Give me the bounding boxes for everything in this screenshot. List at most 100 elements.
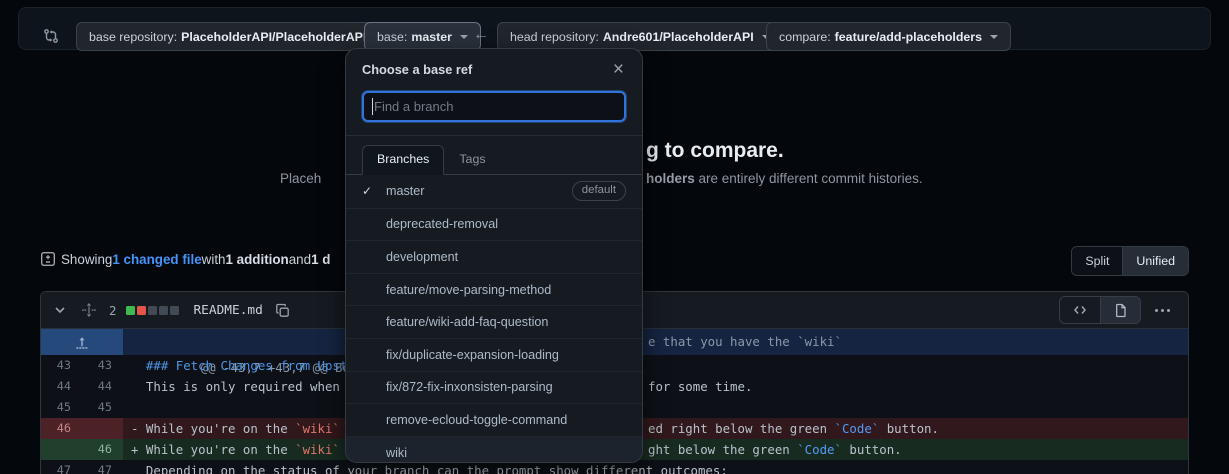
diff-line-text: ### Fetch Changes from Upstre: [123, 355, 1188, 376]
chevron-down-icon: [460, 35, 468, 39]
diff-line-text: This is only required when yo for some ti…: [123, 376, 1188, 397]
old-line-number: 44: [41, 376, 82, 397]
diff-line-text: + While you're on the `wiki` br ght below…: [123, 439, 1188, 460]
changed-files-link[interactable]: 1 changed file: [112, 252, 201, 267]
drag-handle-icon[interactable]: [79, 300, 99, 320]
new-line-number: 47: [82, 460, 123, 474]
branch-name: development: [386, 250, 458, 264]
file-view-toggle: [1059, 296, 1141, 324]
dropdown-header: Choose a base ref ×: [346, 49, 642, 85]
unified-view-button[interactable]: Unified: [1122, 247, 1188, 275]
file-changes-count: 2: [109, 303, 116, 318]
close-icon[interactable]: ×: [611, 63, 626, 77]
source-view-button[interactable]: [1060, 297, 1100, 323]
branch-name: feature/move-parsing-method: [386, 283, 551, 297]
base-repository-value: PlaceholderAPI/PlaceholderAPI: [181, 30, 366, 44]
diff-text-left-fragment: - While you're on the `wiki` br: [131, 421, 362, 436]
compare-toolbar: base repository: PlaceholderAPI/Placehol…: [18, 7, 1211, 50]
diff-view-toggle: Split Unified: [1071, 246, 1189, 276]
branch-option[interactable]: fix/872-fix-inxonsisten-parsing: [346, 371, 642, 404]
diff-text-left-fragment: This is only required when yo: [131, 379, 362, 394]
check-icon: ✓: [362, 184, 386, 198]
added-square: [126, 306, 135, 315]
file-name: README.md: [193, 303, 262, 318]
dropdown-tabs: BranchesTags: [346, 136, 642, 175]
branch-option[interactable]: ✓master default: [346, 175, 642, 208]
find-branch-input[interactable]: [362, 91, 626, 122]
diff-text-right-fragment: ght below the green `Code` button.: [648, 439, 902, 460]
summary-additions: 1 addition: [226, 252, 289, 267]
summary-mid: with: [202, 252, 226, 267]
compare-heading-fragment: g to compare.: [646, 139, 784, 163]
neutral-square: [170, 306, 179, 315]
new-line-number: 44: [82, 376, 123, 397]
subtitle-rest: are entirely different commit histories.: [695, 171, 923, 186]
branch-name: wiki: [386, 446, 407, 460]
head-repository-label: head repository:: [510, 30, 599, 44]
file-options-kebab-icon[interactable]: [1155, 309, 1170, 312]
branch-list: ✓master default deprecated-removal developm…: [346, 175, 642, 463]
diff-text-left-fragment: + While you're on the `wiki` br: [131, 442, 362, 457]
rich-view-button[interactable]: [1100, 297, 1140, 323]
diff-text-right-fragment: ed right below the green `Code` button.: [648, 418, 939, 439]
neutral-square: [159, 306, 168, 315]
branch-filter: [346, 85, 642, 136]
branch-name: feature/wiki-add-faq-question: [386, 315, 548, 329]
tab-tags[interactable]: Tags: [444, 145, 500, 174]
branch-name: remove-ecloud-toggle-command: [386, 413, 567, 427]
base-repository-label: base repository:: [89, 30, 177, 44]
hunk-header-text: @@ -43,7 +43,7 @@ Before you e that you …: [123, 329, 1188, 355]
default-badge: default: [572, 181, 626, 201]
left-arrow-icon: ←: [473, 26, 489, 44]
compare-subtitle-fragment-left: Placeh: [280, 171, 321, 186]
new-line-number: 45: [82, 397, 123, 418]
diff-text-left-fragment: Depending on the status of your branch c…: [131, 463, 728, 474]
head-repository-value: Andre601/PlaceholderAPI: [603, 30, 754, 44]
base-repository-select[interactable]: base repository: PlaceholderAPI/Placehol…: [76, 22, 395, 51]
branch-option[interactable]: feature/wiki-add-faq-question: [346, 305, 642, 338]
compare-page: base repository: PlaceholderAPI/Placehol…: [0, 0, 1229, 474]
old-line-number: [41, 439, 82, 460]
base-branch-label: base:: [377, 30, 407, 44]
old-line-number: 45: [41, 397, 82, 418]
branch-name: fix/duplicate-expansion-loading: [386, 348, 559, 362]
branch-name: master: [386, 184, 425, 198]
old-line-number: 46: [41, 418, 82, 439]
compare-subtitle-fragment-right: holders are entirely different commit hi…: [646, 171, 923, 186]
copy-path-icon[interactable]: [273, 301, 292, 320]
branch-name: fix/872-fix-inxonsisten-parsing: [386, 380, 553, 394]
neutral-square: [148, 306, 157, 315]
subtitle-bold-part: holders: [646, 171, 695, 186]
expand-hunk-button[interactable]: [41, 329, 123, 355]
old-line-number: 47: [41, 460, 82, 474]
compare-branch-select[interactable]: compare: feature/add-placeholders: [766, 22, 1011, 51]
diff-summary: Showing 1 changed file with 1 addition a…: [40, 251, 330, 267]
collapse-file-button[interactable]: [51, 301, 69, 319]
diff-text-right-fragment: for some time.: [648, 376, 752, 397]
summary-deletions-fragment: 1 d: [311, 252, 330, 267]
diff-line-text: [123, 397, 1188, 418]
removed-square: [137, 306, 146, 315]
new-line-number: 46: [82, 439, 123, 460]
text-caret: [372, 98, 373, 115]
diffstat-squares: [126, 306, 179, 315]
branch-option[interactable]: feature/move-parsing-method: [346, 273, 642, 306]
diff-text-left-fragment: ### Fetch Changes from Upstre: [131, 358, 362, 373]
dropdown-title: Choose a base ref: [362, 62, 611, 77]
base-ref-dropdown: Choose a base ref × BranchesTags ✓master…: [345, 48, 643, 463]
tab-branches[interactable]: Branches: [362, 145, 444, 175]
new-line-number: [82, 418, 123, 439]
old-line-number: 43: [41, 355, 82, 376]
base-branch-select[interactable]: base: master: [364, 22, 481, 51]
branch-option[interactable]: remove-ecloud-toggle-command: [346, 403, 642, 436]
split-view-button[interactable]: Split: [1072, 247, 1122, 275]
summary-prefix: Showing: [61, 252, 112, 267]
branch-option[interactable]: fix/duplicate-expansion-loading: [346, 338, 642, 371]
new-line-number: 43: [82, 355, 123, 376]
head-repository-select[interactable]: head repository: Andre601/PlaceholderAPI: [497, 22, 783, 51]
branch-option[interactable]: deprecated-removal: [346, 208, 642, 241]
summary-and: and: [289, 252, 311, 267]
compare-branch-value: feature/add-placeholders: [835, 30, 982, 44]
branch-option[interactable]: development: [346, 240, 642, 273]
branch-option[interactable]: wiki: [346, 436, 642, 463]
